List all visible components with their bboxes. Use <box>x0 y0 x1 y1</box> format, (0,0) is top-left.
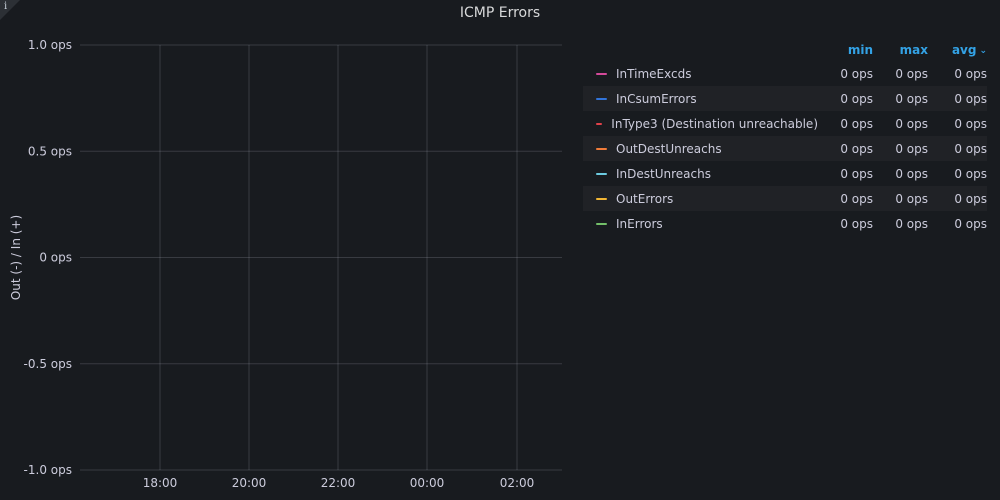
legend-avg-value: 0 ops <box>954 116 987 131</box>
legend-rows: InTimeExcds 0 ops 0 ops 0 ops InCsumErrors 0 … <box>583 61 987 236</box>
legend-sort-min[interactable]: min <box>818 43 873 57</box>
legend-avg-value: 0 ops <box>954 191 987 206</box>
legend-avg-value: 0 ops <box>954 91 987 106</box>
y-tick-label: -0.5 ops <box>24 357 72 371</box>
legend-row[interactable]: InDestUnreachs 0 ops 0 ops 0 ops <box>583 161 987 186</box>
y-tick-label: 0.5 ops <box>28 144 72 158</box>
legend-avg-value: 0 ops <box>954 141 987 156</box>
legend-min-value: 0 ops <box>840 216 873 231</box>
legend-min-value: 0 ops <box>840 141 873 156</box>
legend-series-name[interactable]: InErrors <box>616 217 663 231</box>
legend-row[interactable]: OutDestUnreachs 0 ops 0 ops 0 ops <box>583 136 987 161</box>
y-axis-title: Out (-) / In (+) <box>9 215 23 300</box>
legend-row[interactable]: OutErrors 0 ops 0 ops 0 ops <box>583 186 987 211</box>
series-color-swatch[interactable] <box>596 147 607 150</box>
series-color-swatch[interactable] <box>596 172 607 175</box>
legend-avg-value: 0 ops <box>954 216 987 231</box>
panel-title[interactable]: ICMP Errors <box>0 5 1000 21</box>
chevron-down-icon: ⌄ <box>979 45 987 56</box>
legend-series[interactable]: InType3 (Destination unreachable) <box>583 117 818 131</box>
series-color-swatch[interactable] <box>596 222 607 225</box>
x-tick-label: 20:00 <box>232 476 267 490</box>
legend-min-value: 0 ops <box>840 91 873 106</box>
x-tick-label: 02:00 <box>500 476 535 490</box>
y-tick-label: 0 ops <box>39 251 72 265</box>
x-tick-label: 00:00 <box>410 476 445 490</box>
legend-max-value: 0 ops <box>895 66 928 81</box>
legend-series-name[interactable]: InTimeExcds <box>616 67 691 81</box>
legend-series[interactable]: InErrors <box>583 217 818 231</box>
series-color-swatch[interactable] <box>596 197 607 200</box>
legend-min-value: 0 ops <box>840 166 873 181</box>
legend-avg-value: 0 ops <box>954 66 987 81</box>
series-color-swatch[interactable] <box>596 122 603 125</box>
legend: min max avg ⌄ InTimeExcds 0 ops 0 ops 0 ops I… <box>583 38 987 236</box>
legend-sort-max[interactable]: max <box>873 43 928 57</box>
legend-avg-label: avg <box>951 42 977 57</box>
legend-series-name[interactable]: OutDestUnreachs <box>616 142 722 156</box>
y-tick-label: -1.0 ops <box>24 463 72 477</box>
legend-series-name[interactable]: InDestUnreachs <box>616 167 711 181</box>
legend-avg-value: 0 ops <box>954 166 987 181</box>
legend-max-value: 0 ops <box>895 91 928 106</box>
legend-min-value: 0 ops <box>840 191 873 206</box>
legend-series[interactable]: InTimeExcds <box>583 67 818 81</box>
legend-max-value: 0 ops <box>895 166 928 181</box>
legend-max-value: 0 ops <box>895 116 928 131</box>
legend-series-name[interactable]: InCsumErrors <box>616 92 697 106</box>
legend-row[interactable]: InCsumErrors 0 ops 0 ops 0 ops <box>583 86 987 111</box>
legend-row[interactable]: InTimeExcds 0 ops 0 ops 0 ops <box>583 61 987 86</box>
legend-row[interactable]: InErrors 0 ops 0 ops 0 ops <box>583 211 987 236</box>
legend-min-value: 0 ops <box>840 116 873 131</box>
x-tick-label: 22:00 <box>321 476 356 490</box>
legend-series-name[interactable]: InType3 (Destination unreachable) <box>611 117 818 131</box>
legend-series[interactable]: OutErrors <box>583 192 818 206</box>
legend-sort-avg[interactable]: avg ⌄ <box>928 43 987 57</box>
legend-series[interactable]: InDestUnreachs <box>583 167 818 181</box>
series-color-swatch[interactable] <box>596 97 607 100</box>
legend-header: min max avg ⌄ <box>583 38 987 61</box>
y-tick-label: 1.0 ops <box>28 38 72 52</box>
legend-min-value: 0 ops <box>840 66 873 81</box>
legend-series-name[interactable]: OutErrors <box>616 192 673 206</box>
series-color-swatch[interactable] <box>596 72 607 75</box>
chart-svg: Out (-) / In (+) 1.0 ops 0.5 ops 0 ops -0.5 … <box>9 38 562 490</box>
legend-max-value: 0 ops <box>895 191 928 206</box>
chart-area: Out (-) / In (+) 1.0 ops 0.5 ops 0 ops -0.5 … <box>0 30 570 500</box>
legend-max-value: 0 ops <box>895 141 928 156</box>
legend-max-value: 0 ops <box>895 216 928 231</box>
legend-row[interactable]: InType3 (Destination unreachable) 0 ops 0 … <box>583 111 987 136</box>
graph-panel: i ICMP Errors Out (-) / In (+) 1.0 ops 0.5… <box>0 0 1000 500</box>
legend-series[interactable]: InCsumErrors <box>583 92 818 106</box>
legend-series[interactable]: OutDestUnreachs <box>583 142 818 156</box>
x-tick-label: 18:00 <box>143 476 178 490</box>
